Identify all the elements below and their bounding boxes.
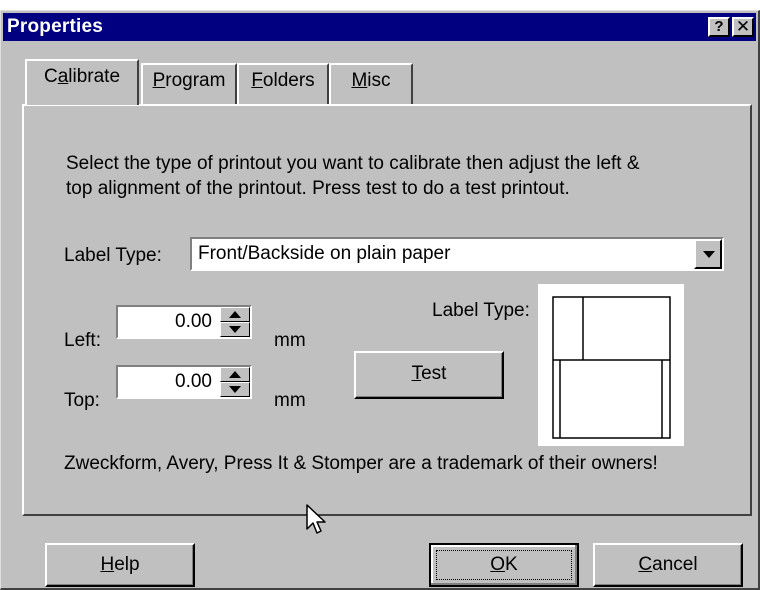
window-title: Properties [7, 16, 103, 37]
left-spinner [220, 307, 250, 337]
chevron-down-icon [703, 251, 715, 258]
label-type-label: Label Type: [64, 245, 162, 266]
tab-misc[interactable]: Misc [329, 63, 413, 105]
cancel-button[interactable]: Cancel [593, 543, 743, 587]
left-offset-field[interactable]: 0.00 [116, 305, 252, 339]
properties-dialog: Properties ? ✕ Calibrate Program Folders… [0, 10, 760, 590]
tab-folders[interactable]: Folders [237, 63, 329, 105]
left-label: Left: [64, 330, 101, 351]
top-unit-label: mm [274, 390, 306, 411]
left-offset-value: 0.00 [175, 311, 212, 332]
top-offset-value: 0.00 [175, 371, 212, 392]
top-spinner [220, 367, 250, 397]
top-decrement-button[interactable] [220, 382, 250, 397]
top-label: Top: [64, 390, 100, 411]
arrow-up-icon [229, 311, 241, 318]
title-bar: Properties ? ✕ [3, 13, 756, 41]
instructions-text: Select the type of printout you want to … [66, 153, 640, 199]
left-unit-label: mm [274, 330, 306, 351]
tab-program[interactable]: Program [141, 63, 237, 105]
dropdown-button[interactable] [694, 239, 722, 269]
preview-label: Label Type: [432, 300, 530, 321]
left-decrement-button[interactable] [220, 322, 250, 337]
test-button[interactable]: Test [354, 351, 504, 399]
left-increment-button[interactable] [220, 307, 250, 322]
trademark-notice: Zweckform, Avery, Press It & Stomper are… [64, 453, 658, 474]
arrow-up-icon [229, 371, 241, 378]
label-type-select[interactable]: Front/Backside on plain paper [190, 237, 724, 271]
close-button[interactable]: ✕ [732, 17, 754, 37]
context-help-button[interactable]: ? [708, 17, 730, 37]
calibrate-tab-panel: Select the type of printout you want to … [22, 104, 752, 516]
ok-button[interactable]: OK [429, 543, 579, 587]
focus-rectangle [436, 550, 572, 580]
label-layout-preview [538, 284, 684, 446]
arrow-down-icon [229, 326, 241, 333]
label-layout-icon [552, 296, 671, 439]
top-offset-field[interactable]: 0.00 [116, 365, 252, 399]
top-increment-button[interactable] [220, 367, 250, 382]
mouse-cursor-icon [306, 504, 326, 534]
arrow-down-icon [229, 386, 241, 393]
tab-calibrate[interactable]: Calibrate [25, 59, 139, 105]
help-button[interactable]: Help [45, 543, 195, 587]
label-type-value: Front/Backside on plain paper [198, 243, 451, 264]
